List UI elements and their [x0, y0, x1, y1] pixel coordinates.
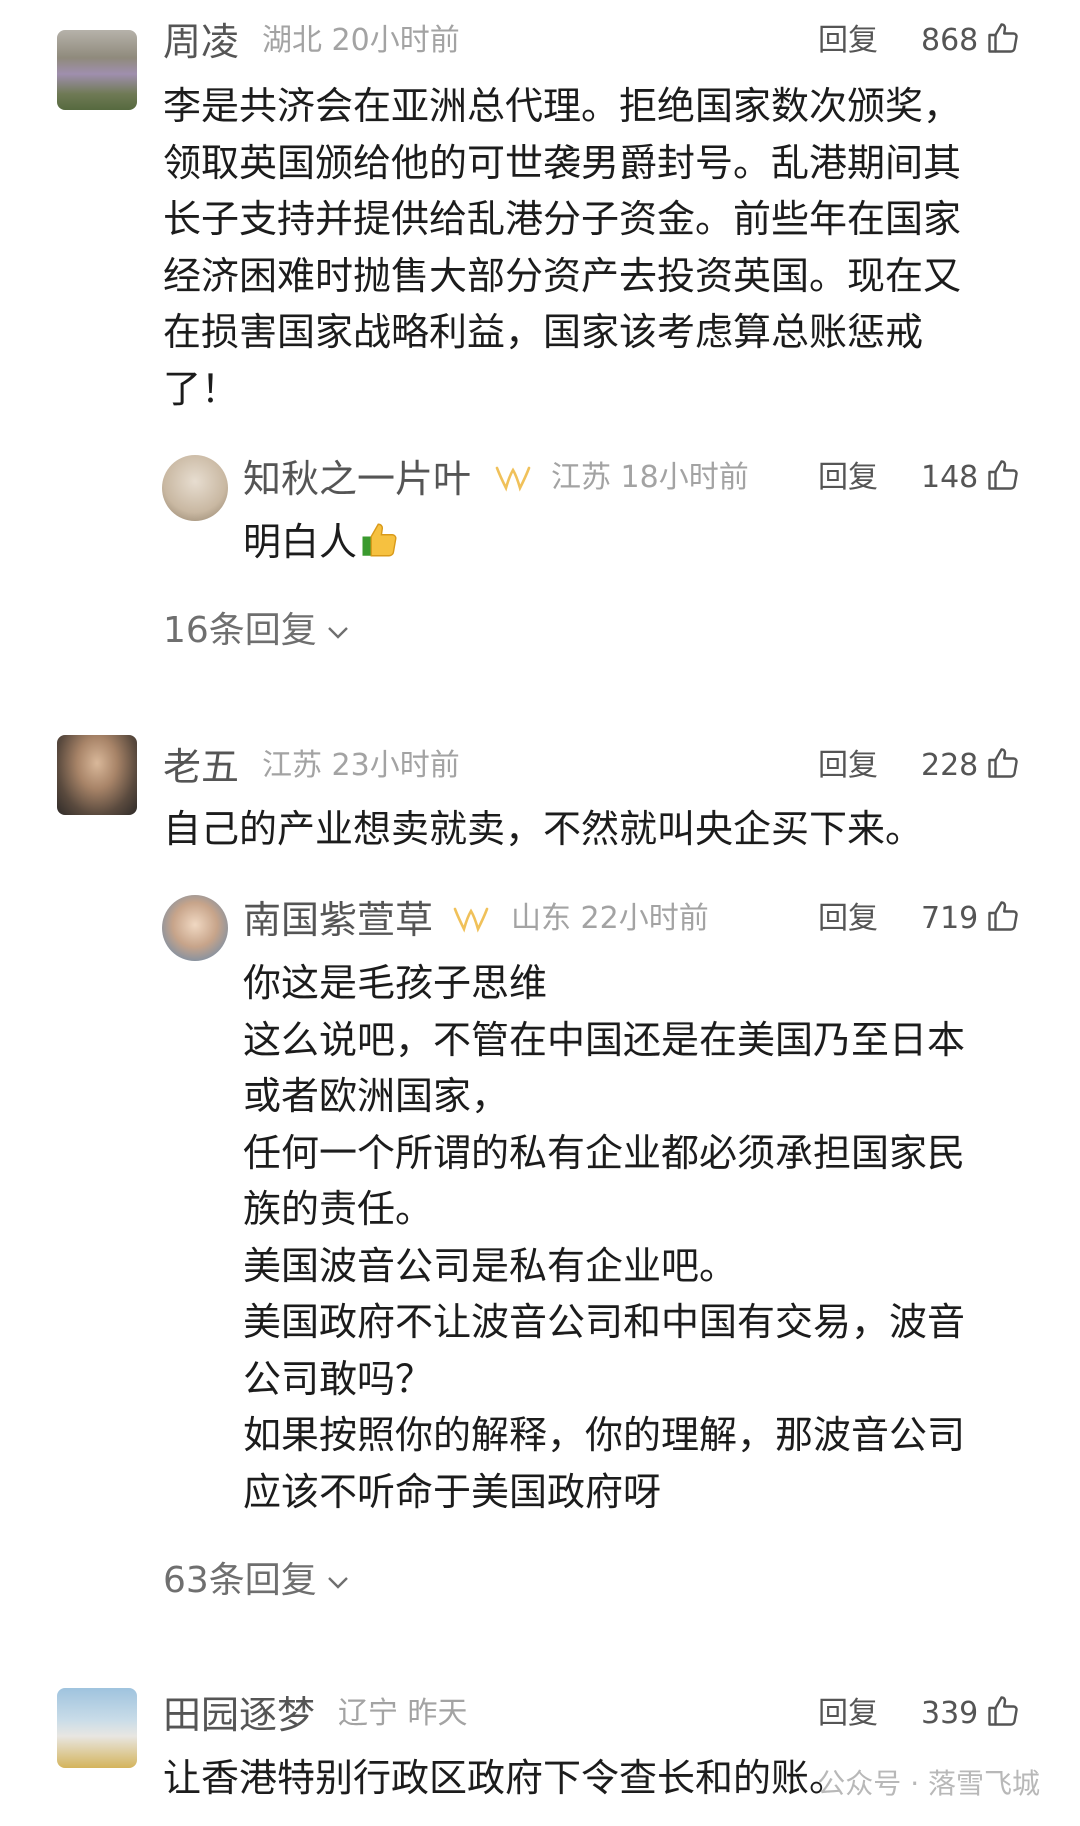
more-replies-button[interactable]: 63条回复	[163, 1563, 351, 1599]
watermark: 公众号 · 落雪飞城	[817, 1767, 1040, 1800]
comment-meta: 湖北 20小时前	[262, 26, 460, 56]
comment-meta: 江苏 23小时前	[262, 751, 460, 781]
vip-badge-icon	[453, 907, 489, 933]
avatar[interactable]	[162, 455, 228, 521]
avatar[interactable]	[162, 895, 228, 961]
location: 山东	[511, 901, 571, 936]
like-count: 148	[921, 460, 979, 495]
avatar[interactable]	[57, 1688, 137, 1768]
comment-text: 李是共济会在亚洲总代理。拒绝国家数次颁奖， 领取英国颁给他的可世袭男爵封号。乱港…	[163, 84, 962, 411]
comment-meta: 江苏 18小时前	[551, 463, 749, 493]
reply-text-content: 明白人	[243, 520, 358, 564]
comment-text: 自己的产业想卖就卖，不然就叫央企买下来。	[163, 807, 924, 851]
thumbs-up-outline-icon[interactable]	[985, 898, 1021, 934]
vip-badge-icon	[495, 466, 531, 492]
reply-text: 明白人	[243, 514, 1023, 571]
more-replies-label: 63条回复	[163, 1560, 317, 1601]
more-replies-button[interactable]: 16条回复	[163, 613, 351, 649]
username[interactable]: 南国紫萱草	[243, 901, 433, 939]
thumbs-up-emoji-icon	[362, 523, 397, 557]
timestamp: 22小时前	[580, 901, 709, 936]
like-count: 868	[921, 23, 979, 58]
location: 江苏	[551, 460, 611, 495]
timestamp: 20小时前	[331, 23, 460, 58]
username[interactable]: 老五	[163, 748, 239, 786]
username[interactable]: 知秋之一片叶	[243, 460, 471, 498]
reply-button[interactable]: 回复	[818, 463, 878, 493]
thumbs-up-outline-icon[interactable]	[985, 457, 1021, 493]
reply-button[interactable]: 回复	[818, 751, 878, 781]
timestamp: 23小时前	[331, 748, 460, 783]
timestamp: 18小时前	[620, 460, 749, 495]
like-count: 228	[921, 748, 979, 783]
reply-text: 你这是毛孩子思维 这么说吧，不管在中国还是在美国乃至日本 或者欧洲国家， 任何一…	[243, 961, 966, 1514]
chevron-down-icon	[327, 627, 348, 639]
thumbs-up-outline-icon[interactable]	[985, 20, 1021, 56]
username[interactable]: 周凌	[163, 23, 239, 61]
reply-button[interactable]: 回复	[818, 904, 878, 934]
reply-button[interactable]: 回复	[818, 1699, 878, 1729]
reply-button[interactable]: 回复	[818, 26, 878, 56]
thumbs-up-outline-icon[interactable]	[985, 745, 1021, 781]
username[interactable]: 田园逐梦	[163, 1696, 315, 1734]
chevron-down-icon	[327, 1577, 348, 1589]
location: 湖北	[262, 23, 322, 58]
comment-meta: 辽宁 昨天	[338, 1699, 468, 1729]
avatar[interactable]	[57, 30, 137, 110]
like-count: 719	[921, 901, 979, 936]
timestamp: 昨天	[407, 1696, 468, 1731]
like-count: 339	[921, 1696, 979, 1731]
thumbs-up-outline-icon[interactable]	[985, 1693, 1021, 1729]
avatar[interactable]	[57, 735, 137, 815]
more-replies-label: 16条回复	[163, 610, 317, 651]
location: 江苏	[262, 748, 322, 783]
location: 辽宁	[338, 1696, 398, 1731]
comment-meta: 山东 22小时前	[511, 904, 709, 934]
